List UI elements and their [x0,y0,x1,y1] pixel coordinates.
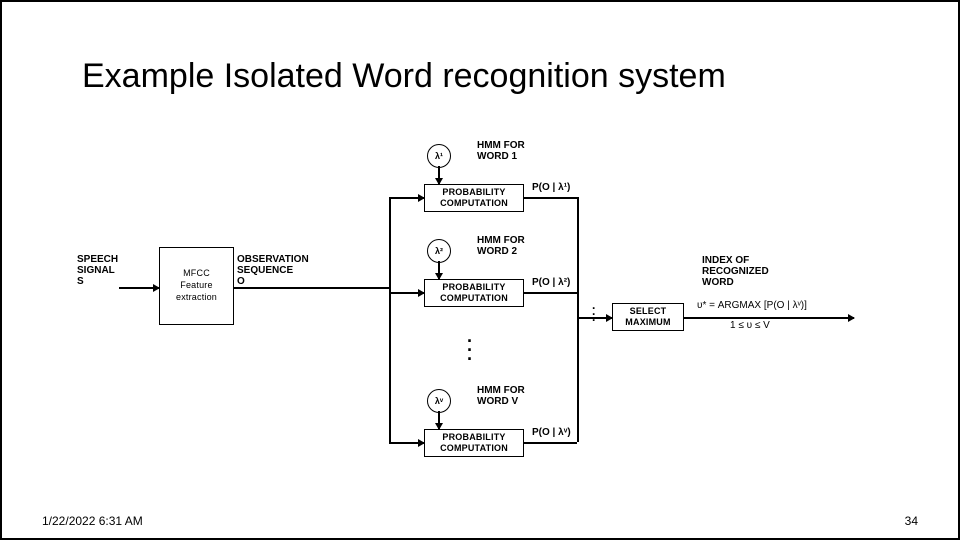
signal-text: SIGNAL [77,265,118,276]
arrow-output [684,317,854,319]
lambda2-text: λ² [435,246,443,256]
hmm1-label: HMM FOR WORD 1 [477,140,525,162]
vertical-dots-2: · · · [592,305,596,323]
arrow-to-pc2 [389,292,424,294]
out-line1: INDEX OF [702,255,769,266]
obs-line3: O [237,276,309,287]
out-line2: RECOGNIZED [702,266,769,277]
footer-page: 34 [905,514,918,528]
mfcc-line1: MFCC [176,268,217,280]
index-label: INDEX OF RECOGNIZED WORD [702,255,769,288]
argmax-formula: υ* = ARGMAX [P(O | λᵛ)] [697,300,807,311]
mfcc-line3: extraction [176,292,217,304]
speech-text: SPEECH [77,254,118,265]
lambda2-node: λ² [427,239,451,263]
arrow-to-pc1 [389,197,424,199]
line-mfcc-out [234,287,389,289]
lambdav-node: λᵛ [427,389,451,413]
arrow-speech-to-mfcc [119,287,159,289]
line-pcv-out [524,442,577,444]
s-text: S [77,276,118,287]
obs-line2: SEQUENCE [237,265,309,276]
mfcc-box: MFCC Feature extraction [159,247,234,325]
bus-vertical-out [577,197,579,442]
lambda2-arrow [438,261,440,279]
speech-signal-label: SPEECH SIGNAL S [77,254,118,287]
lambda1-text: λ¹ [435,151,443,161]
range-formula: 1 ≤ υ ≤ V [730,320,770,331]
prob2-label: P(O | λ²) [532,277,570,288]
footer-date: 1/22/2022 6:31 AM [42,514,143,528]
hmmv-label: HMM FOR WORD V [477,385,525,407]
prob-comp-1: PROBABILITY COMPUTATION [424,184,524,212]
bus-vertical [389,197,391,442]
lambdav-arrow [438,411,440,429]
select-max-box: SELECT MAXIMUM [612,303,684,331]
line-pc1-out [524,197,577,199]
hmm2-label: HMM FOR WORD 2 [477,235,525,257]
mfcc-line2: Feature [176,280,217,292]
lambda1-node: λ¹ [427,144,451,168]
obs-line1: OBSERVATION [237,254,309,265]
probv-label: P(O | λᵛ) [532,427,571,438]
slide-footer: 1/22/2022 6:31 AM 34 [42,514,918,528]
lambda1-arrow [438,166,440,184]
prob1-label: P(O | λ¹) [532,182,570,193]
slide-container: Example Isolated Word recognition system… [0,0,960,540]
line-pc2-out [524,292,577,294]
observation-label: OBSERVATION SEQUENCE O [237,254,309,287]
prob-comp-v: PROBABILITY COMPUTATION [424,429,524,457]
lambdav-text: λᵛ [435,396,443,406]
prob-comp-2: PROBABILITY COMPUTATION [424,279,524,307]
arrow-to-pcv [389,442,424,444]
slide-title: Example Isolated Word recognition system [82,57,918,96]
vertical-dots-1: · · · [467,337,473,364]
diagram-area: SPEECH SIGNAL S MFCC Feature extraction … [107,142,892,462]
out-line3: WORD [702,277,769,288]
